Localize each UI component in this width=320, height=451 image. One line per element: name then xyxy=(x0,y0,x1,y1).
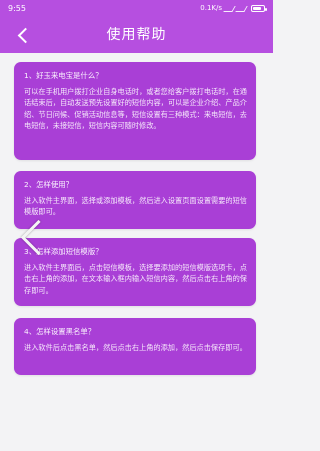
nav-bar: 使用帮助 xyxy=(0,17,273,53)
help-answer: 进入软件后点击黑名单，然后点击右上角的添加，然后点击保存即可。 xyxy=(24,343,247,353)
help-card: 3、怎样添加短信模版？ 进入软件主界面后，点击短信模板，选择要添加的短信模版选项… xyxy=(14,238,256,306)
help-question: 4、怎样设置黑名单？ xyxy=(24,327,96,336)
help-card: 1、好玉来电宝是什么？ 可以在手机用户拨打企业自身电话时，或者您给客户拨打电话时… xyxy=(14,62,256,160)
help-question: 3、怎样添加短信模版？ xyxy=(24,247,103,256)
net-speed: 0.1K/s xyxy=(200,4,222,12)
help-answer: 进入软件主界面后，点击短信模板，选择要添加的短信模版选项卡，点击右上角的添加，在… xyxy=(24,263,247,295)
help-answer: 进入软件主界面，选择或添加模板，然后进入设置页面设置需要的短信模版即可。 xyxy=(24,196,247,217)
help-card: 4、怎样设置黑名单？ 进入软件后点击黑名单，然后点击右上角的添加，然后点击保存即… xyxy=(14,318,256,375)
help-question: 1、好玉来电宝是什么？ xyxy=(24,71,103,80)
help-question: 2、怎样使用？ xyxy=(24,180,74,189)
header-bar: 9:55 0.1K/s 使用帮助 xyxy=(0,0,273,53)
help-card: 2、怎样使用？ 进入软件主界面，选择或添加模板，然后进入设置页面设置需要的短信模… xyxy=(14,171,256,229)
status-icons: 0.1K/s xyxy=(200,0,267,17)
page-title: 使用帮助 xyxy=(106,27,167,43)
battery-icon xyxy=(251,5,267,12)
status-time: 9:55 xyxy=(8,4,26,13)
status-bar: 9:55 0.1K/s xyxy=(0,0,273,17)
signal-icon xyxy=(223,5,236,12)
help-answer: 可以在手机用户拨打企业自身电话时，或者您给客户拨打电话时，在通话结束后，自动发送… xyxy=(24,87,247,130)
signal-icon-2 xyxy=(235,5,248,12)
floating-back-chevron-icon[interactable] xyxy=(16,218,50,256)
